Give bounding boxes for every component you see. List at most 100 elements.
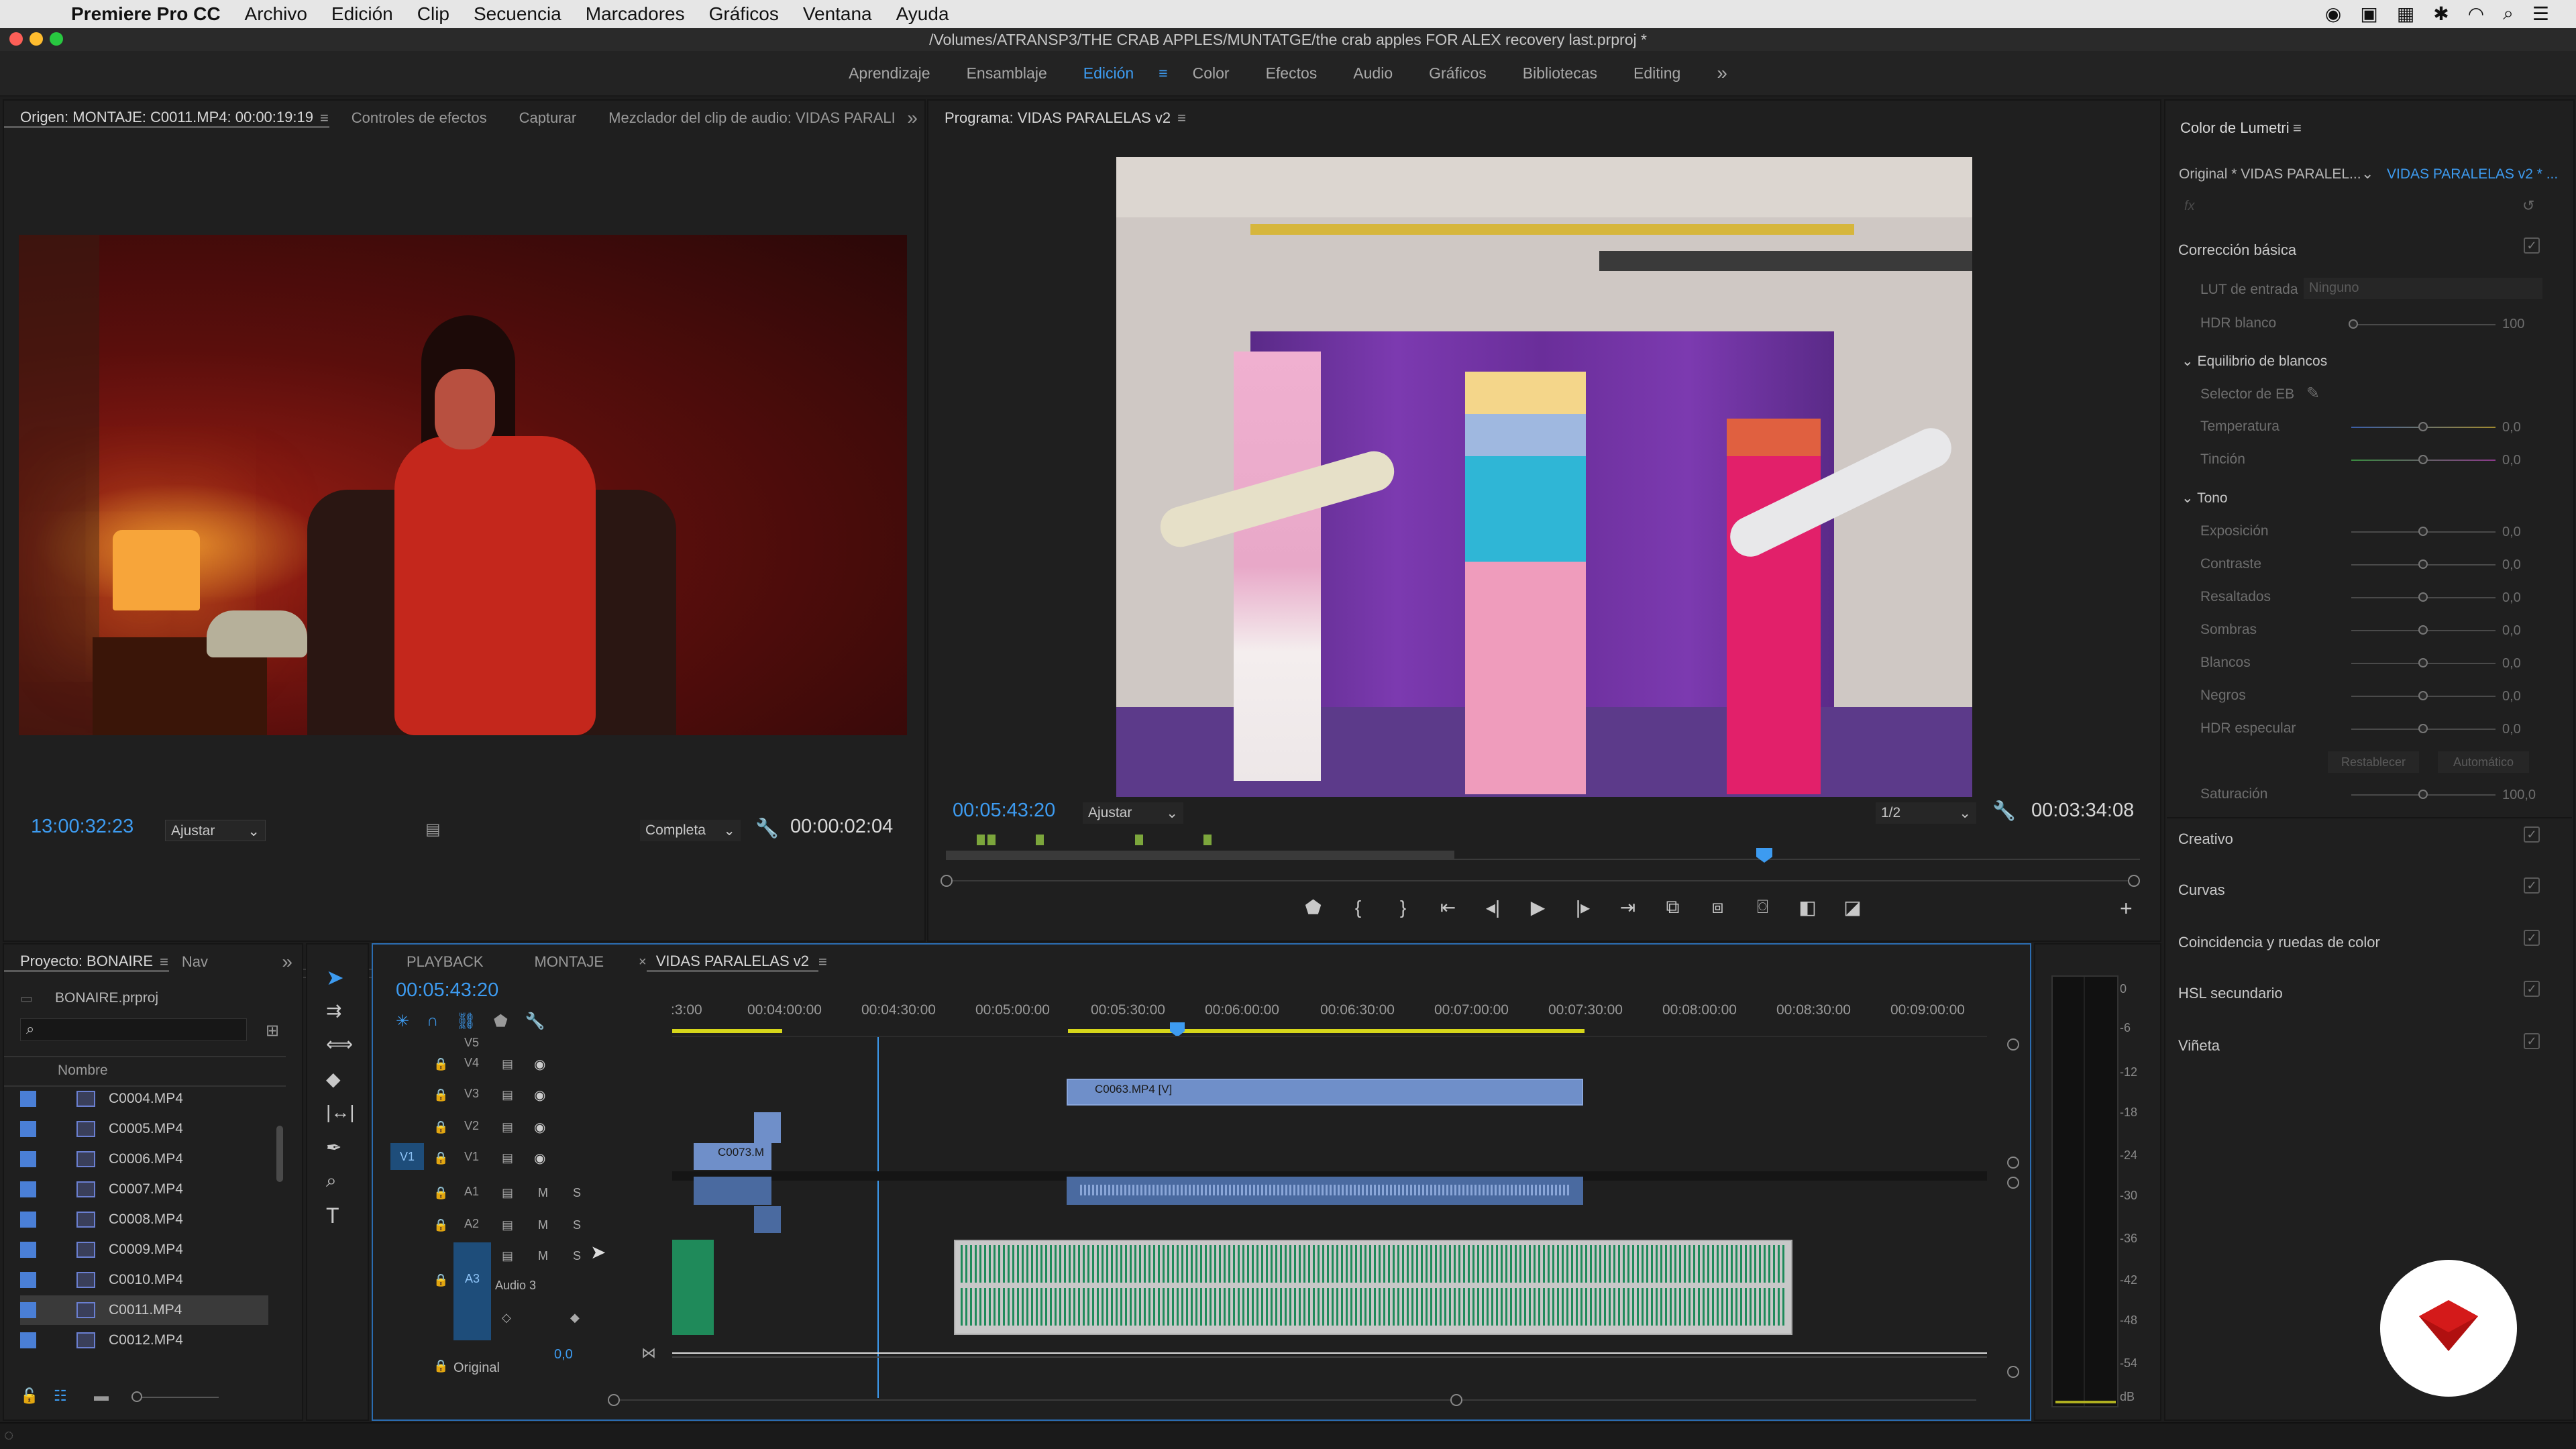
tab-source[interactable]: Origen: MONTAJE: C0011.MP4: 00:00:19:19 [4,109,329,128]
highlights-slider[interactable] [2351,592,2496,602]
auto-button[interactable]: Automático [2438,751,2529,773]
list-item[interactable]: C0012.MP4 [20,1326,268,1355]
linked-selection-icon[interactable]: ⛓ [455,1012,476,1031]
shadows-value[interactable]: 0,0 [2502,623,2521,639]
timeline-playhead[interactable] [1170,1022,1185,1037]
close-tab-icon[interactable]: × [639,955,647,970]
list-view-icon[interactable]: ☷ [54,1387,67,1405]
tab-vidas-paralelas[interactable]: VIDAS PARALELAS v2 [646,953,818,972]
hdr-white-slider[interactable] [2349,319,2496,329]
play-icon[interactable]: ▶ [1515,896,1560,918]
sync-lock-icon[interactable]: ▤ [502,1151,513,1165]
tabs-overflow-icon[interactable]: » [282,951,292,973]
snap-icon[interactable]: ∩ [427,1012,438,1031]
clip-a2-audio[interactable] [754,1206,781,1233]
lock-icon[interactable]: 🔒 [433,1186,448,1200]
project-scrollbar[interactable] [276,1126,283,1182]
go-to-in-icon[interactable]: ⇤ [1426,896,1470,918]
screen-icon[interactable]: ▣ [2360,3,2377,25]
tab-effect-controls[interactable]: Controles de efectos [335,109,503,127]
step-back-icon[interactable]: ◂| [1470,896,1515,918]
tone-header[interactable]: ⌄ Tono [2182,490,2228,506]
a3-target[interactable]: A3 [453,1242,491,1340]
exposure-value[interactable]: 0,0 [2502,525,2521,540]
lock-icon[interactable]: 🔒 [433,1359,448,1373]
nest-icon[interactable]: ✳ [396,1012,409,1031]
workspace-color[interactable]: Color [1175,64,1248,83]
tint-slider[interactable] [2351,455,2496,464]
source-video-frame[interactable] [19,235,907,735]
clip-a3-audio[interactable] [954,1240,1792,1335]
list-item[interactable]: C0005.MP4 [20,1114,268,1144]
tab-capture[interactable]: Capturar [503,109,593,127]
add-button-icon[interactable]: + [2120,896,2133,921]
mark-in-icon[interactable]: { [1336,897,1381,918]
temperature-value[interactable]: 0,0 [2502,420,2521,435]
tab-program[interactable]: Programa: VIDAS PARALELAS v2 [928,109,1187,127]
chevron-down-icon[interactable]: ⌄ [2361,165,2373,182]
type-tool-icon[interactable]: T [326,1203,339,1228]
add-marker-icon[interactable]: ⬟ [1291,896,1336,918]
program-fit-dropdown[interactable]: Ajustar ⌄ [1083,802,1183,824]
creative-checkbox[interactable]: ✓ [2524,826,2540,843]
lift-icon[interactable]: ⧉ [1650,896,1695,918]
razor-tool-icon[interactable]: ◆ [326,1068,341,1090]
lock-icon[interactable]: 🔒 [433,1218,448,1232]
menu-graficos[interactable]: Gráficos [709,3,779,25]
workspace-menu-icon[interactable]: ≡ [1152,64,1174,83]
workspace-ensamblaje[interactable]: Ensamblaje [949,64,1065,83]
zoom-window-button[interactable] [50,32,63,46]
menu-clip[interactable]: Clip [417,3,449,25]
tab-menu-icon[interactable]: ≡ [1177,109,1186,127]
program-zoom-bar[interactable] [941,875,2140,887]
basic-correction-checkbox[interactable]: ✓ [2524,237,2540,254]
tab-audio-clip-mixer[interactable]: Mezclador del clip de audio: VIDAS PARAL… [592,109,912,127]
go-to-out-icon[interactable]: ⇥ [1605,896,1650,918]
vignette-checkbox[interactable]: ✓ [2524,1033,2540,1049]
fx-icon[interactable]: fx [2184,199,2195,214]
lock-icon[interactable]: 🔒 [433,1120,448,1134]
contrast-value[interactable]: 0,0 [2502,557,2521,573]
source-timecode[interactable]: 13:00:32:23 [31,816,133,838]
clip-c0063-video[interactable]: C0063.MP4 [V] [1067,1079,1583,1106]
highlights-value[interactable]: 0,0 [2502,590,2521,606]
tabs-overflow-icon[interactable]: » [907,107,918,129]
eyedropper-icon[interactable]: ✎ [2306,384,2320,403]
sync-lock-icon[interactable]: ▤ [502,1186,513,1200]
v1-source-patch[interactable]: V1 [390,1143,424,1170]
tab-playback[interactable]: PLAYBACK [373,953,517,971]
lumetri-sequence-clip[interactable]: VIDAS PARALELAS v2 * ... [2387,166,2558,182]
program-scrubber[interactable] [946,830,2140,863]
section-color-wheels[interactable]: Coincidencia y ruedas de color [2178,934,2380,951]
column-header-name[interactable]: Nombre [58,1063,108,1079]
keyboard-icon[interactable]: ▦ [2397,3,2414,25]
settings-wrench-icon[interactable]: 🔧 [755,817,779,839]
list-item[interactable]: C0004.MP4 [20,1084,268,1114]
lut-dropdown[interactable]: Ninguno [2304,278,2542,299]
compare-icon[interactable]: ◧ [1785,896,1830,918]
lock-icon[interactable]: 🔒 [433,1057,448,1071]
v-scroll-top[interactable] [2007,1038,2019,1051]
v-scroll-bottom[interactable] [2007,1366,2019,1378]
new-bin-icon[interactable]: ⊞ [266,1021,279,1040]
slip-tool-icon[interactable]: |↔| [326,1102,355,1123]
selection-tool-icon[interactable]: ➤ [326,965,344,990]
volume-value[interactable]: 0,0 [554,1347,573,1362]
white-balance-header[interactable]: ⌄ Equilibrio de blancos [2182,353,2327,370]
workspace-overflow-button[interactable]: » [1699,62,1746,84]
hdr-specular-slider[interactable] [2351,724,2496,733]
menu-ayuda[interactable]: Ayuda [896,3,949,25]
solo-button[interactable]: S [573,1186,581,1200]
zoom-slider[interactable] [131,1391,219,1402]
keyframe-icon[interactable]: ◇ [502,1311,511,1325]
program-playhead[interactable] [1756,848,1772,863]
list-item[interactable]: C0009.MP4 [20,1235,268,1265]
mute-button[interactable]: M [538,1218,548,1232]
sync-lock-icon[interactable]: ▤ [502,1120,513,1134]
record-icon[interactable]: ◉ [2325,3,2341,25]
spotlight-icon[interactable]: ⌕ [2503,3,2514,25]
icon-view-icon[interactable]: ▬ [94,1387,109,1405]
tab-menu-icon[interactable]: ≡ [320,109,329,127]
workspace-graficos[interactable]: Gráficos [1411,64,1505,83]
ripple-edit-tool-icon[interactable]: ⟺ [326,1033,353,1055]
